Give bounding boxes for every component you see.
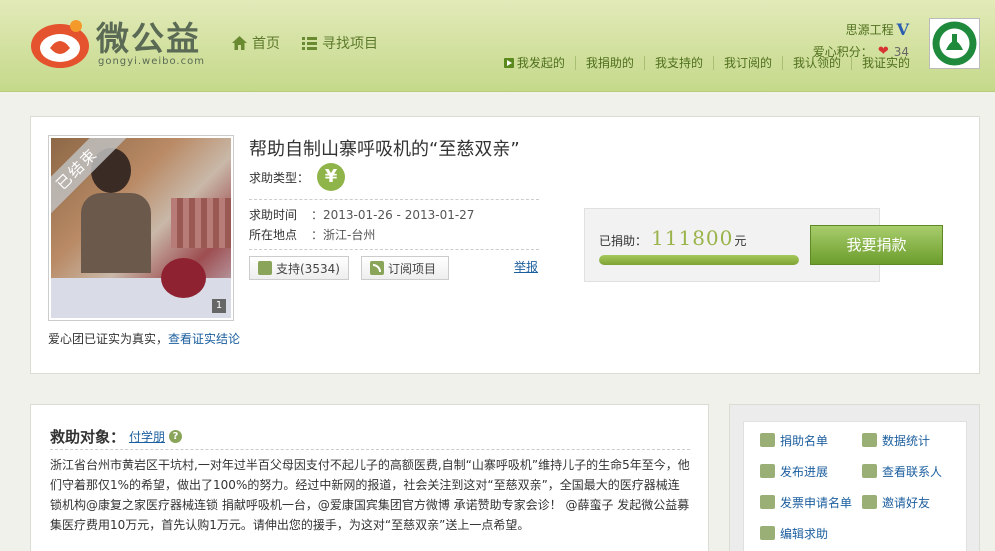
help-time-label: 求助时间 (249, 208, 298, 222)
help-time-value: ：2013-01-26 - 2013-01-27 (311, 208, 475, 222)
stats-icon (862, 433, 877, 447)
menu-view-contact[interactable]: 查看联系人 (862, 463, 964, 479)
view-verification-link[interactable]: 查看证实结论 (168, 332, 240, 346)
verified-line: 爱心团已证实为真实，查看证实结论 (48, 330, 240, 347)
donated-value: 111800 (651, 226, 734, 250)
beneficiary-description: 浙江省台州市黄岩区干坑村,一对年过半百父母因支付不起儿子的高额医费,自制“山寨呼… (50, 458, 690, 532)
avatar-emblem-icon (932, 21, 977, 66)
menu-invite-friend[interactable]: 邀请好友 (862, 494, 964, 510)
nav-home[interactable]: 首页 (232, 33, 280, 53)
rss-icon (370, 261, 384, 275)
subnav-verified[interactable]: 我证实的 (850, 56, 920, 70)
project-card: 已结束 1 爱心团已证实为真实，查看证实结论 帮助自制山寨呼吸机的“至慈双亲” … (30, 116, 980, 374)
menu-stats-label: 数据统计 (882, 433, 931, 448)
user-info: 思源工程 V 爱心积分： ❤ 34 (813, 20, 909, 60)
donation-progress-bar (599, 255, 799, 265)
menu-view-contact-label: 查看联系人 (882, 464, 943, 479)
edit-icon (760, 526, 775, 540)
menu-invoice-list[interactable]: 发票申请名单 (760, 494, 862, 510)
donate-button[interactable]: 我要捐款 (810, 225, 943, 265)
menu-invoice-list-label: 发票申请名单 (780, 495, 853, 510)
menu-donor-list[interactable]: 捐助名单 (760, 432, 862, 448)
subnav-donated[interactable]: 我捐助的 (574, 56, 644, 70)
donated-label: 已捐助： (599, 234, 648, 248)
nav-find-projects[interactable]: 寻找项目 (302, 33, 378, 53)
subnav-initiated[interactable]: 我发起的 (494, 56, 575, 70)
donation-progress-fill (599, 255, 799, 265)
help-time-row: 求助时间 ：2013-01-26 - 2013-01-27 (249, 205, 474, 225)
user-subnav: 我发起的 我捐助的 我支持的 我订阅的 我认领的 我证实的 (494, 56, 920, 70)
donated-amount: 已捐助： 111800 元 (599, 226, 746, 250)
subnav-verified-label: 我证实的 (861, 56, 910, 70)
subnav-initiated-label: 我发起的 (516, 56, 565, 70)
subscribe-label: 订阅项目 (388, 261, 437, 276)
beneficiary-heading: 救助对象： 付学朋 ? (50, 426, 183, 447)
project-image: 已结束 1 (51, 138, 231, 318)
menu-edit-request-label: 编辑求助 (780, 526, 829, 541)
menu-donor-list-label: 捐助名单 (780, 433, 829, 448)
menu-edit-request[interactable]: 编辑求助 (760, 525, 862, 541)
main-nav: 首页 寻找项目 (232, 33, 378, 53)
user-name: 思源工程 (845, 23, 894, 37)
divider (249, 249, 539, 250)
project-photo[interactable]: 已结束 1 (48, 135, 234, 321)
verified-text: 爱心团已证实为真实， (48, 332, 169, 346)
subscribe-button[interactable]: 订阅项目 (361, 256, 449, 280)
yen-icon: ¥ (317, 163, 346, 191)
publish-progress-icon (760, 464, 775, 478)
help-question-icon[interactable]: ? (169, 430, 183, 443)
support-button[interactable]: 支持(3534) (249, 256, 349, 280)
nav-home-label: 首页 (252, 36, 280, 52)
management-menu: 捐助名单 数据统计 发布进展 查看联系人 发票申请名单 邀请好友 编辑求助 (743, 421, 967, 551)
beneficiary-title: 救助对象： (50, 428, 126, 446)
subnav-supported-label: 我支持的 (654, 56, 703, 70)
location-row: 所在地点 ：浙江-台州 (249, 225, 474, 245)
logo-subtitle: gongyi.weibo.com (98, 56, 205, 67)
project-title: 帮助自制山寨呼吸机的“至慈双亲” (249, 139, 520, 160)
project-actions: 支持(3534) 订阅项目 (249, 256, 449, 280)
support-label: 支持(3534) (276, 261, 340, 276)
view-contact-icon (862, 464, 877, 478)
home-icon (232, 36, 247, 50)
logo-text: 微公益 (96, 19, 201, 58)
menu-publish-progress[interactable]: 发布进展 (760, 463, 862, 479)
menu-invite-friend-label: 邀请好友 (882, 495, 931, 510)
location-label: 所在地点 (249, 228, 298, 242)
subnav-claimed-label: 我认领的 (792, 56, 841, 70)
subnav-donated-label: 我捐助的 (585, 56, 634, 70)
play-icon (503, 58, 514, 68)
logo[interactable]: 微公益 gongyi.weibo.com (30, 18, 220, 72)
project-info: 求助时间 ：2013-01-26 - 2013-01-27 所在地点 ：浙江-台州 (249, 205, 474, 245)
beneficiary-name-link[interactable]: 付学朋 (129, 428, 165, 445)
invite-friend-icon (862, 495, 877, 509)
subnav-claimed[interactable]: 我认领的 (781, 56, 851, 70)
photo-count-badge: 1 (212, 299, 226, 313)
avatar[interactable] (929, 18, 980, 69)
invoice-icon (760, 495, 775, 509)
user-name-link[interactable]: 思源工程 V (846, 20, 909, 39)
divider (249, 199, 539, 200)
verified-v-icon: V (896, 20, 909, 39)
menu-publish-progress-label: 发布进展 (780, 464, 829, 479)
help-type: 求助类型： ¥ (249, 163, 346, 191)
subnav-supported[interactable]: 我支持的 (643, 56, 713, 70)
subnav-subscribed-label: 我订阅的 (723, 56, 772, 70)
management-panel: 捐助名单 数据统计 发布进展 查看联系人 发票申请名单 邀请好友 编辑求助 (729, 404, 980, 551)
location-value: ：浙江-台州 (311, 228, 376, 242)
donor-list-icon (760, 433, 775, 447)
thumbs-up-icon (258, 261, 272, 275)
divider (50, 449, 690, 450)
weibo-gongyi-logo-icon (31, 20, 89, 68)
menu-stats[interactable]: 数据统计 (862, 432, 964, 448)
beneficiary-panel: 救助对象： 付学朋 ? 浙江省台州市黄岩区干坑村,一对年过半百父母因支付不起儿子… (30, 404, 709, 551)
nav-find-projects-label: 寻找项目 (322, 36, 378, 52)
list-icon (302, 36, 317, 50)
help-type-label: 求助类型： (249, 170, 310, 185)
header: 微公益 gongyi.weibo.com 首页 寻找项目 思源工程 V 爱心积分… (0, 0, 995, 92)
report-link[interactable]: 举报 (514, 258, 538, 275)
donated-unit: 元 (734, 234, 747, 248)
subnav-subscribed[interactable]: 我订阅的 (712, 56, 782, 70)
